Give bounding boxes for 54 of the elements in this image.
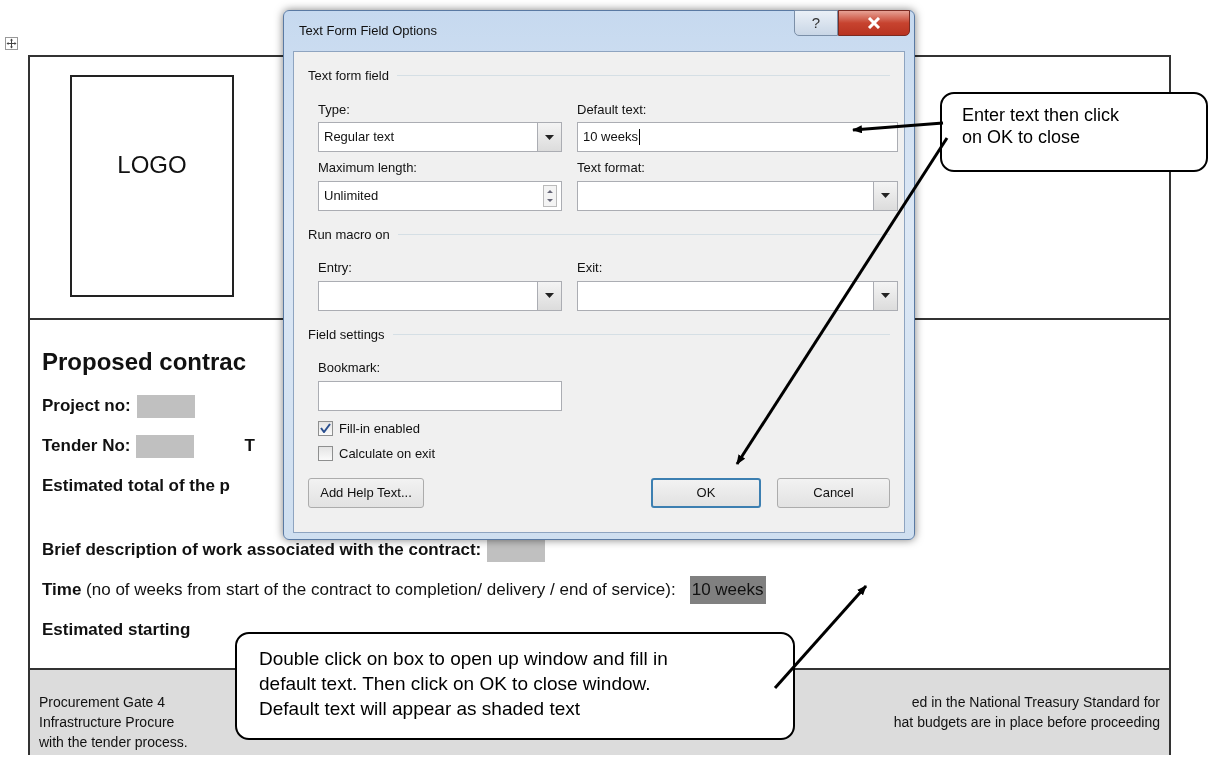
field-label: Text format: [577,159,646,177]
number-input[interactable]: Unlimited [318,180,562,211]
callout: Double click on box to open up window and fill in default text. Then click on OK to close window. Default text will appear as shaded text [235,632,795,740]
field-label: Brief description of work associated with the contract: [42,539,482,562]
form-field[interactable] [136,434,195,458]
form-field[interactable]: 10 weeks [689,576,766,604]
dropdown[interactable] [577,280,898,311]
field-label: Bookmark: [318,359,382,377]
footer-text: hat budgets are in place before proceeding [893,713,1160,732]
text-input[interactable] [318,380,562,411]
field-label: Estimated total of the p [42,475,230,498]
dialog-button[interactable]: Add Help Text... [308,477,424,508]
checkbox[interactable] [318,446,333,462]
group-heading: Run macro on [308,225,390,244]
close-icon [867,17,881,29]
field-label: Tender No: [42,435,131,458]
checkbox-label: Fill-in enabled [339,419,420,438]
field-label: Time (no of weeks from start of the contract to completion/ delivery / end of service): [42,579,676,602]
dropdown[interactable] [318,280,562,311]
field-label: Default text: [577,100,648,119]
field-label: Type: [318,100,351,119]
checkbox-label: Calculate on exit [339,445,436,463]
footer-text: Infrastructure Procure [39,713,175,732]
logo-text: LOGO [117,150,187,180]
field-label: T [244,435,255,458]
callout: Enter text then click on OK to close [940,92,1208,172]
checkbox[interactable] [318,420,333,436]
dialog-button[interactable]: Cancel [777,477,890,508]
dropdown-arrow-icon [545,134,554,140]
footer-text: ed in the National Treasury Standard for [911,693,1160,712]
dropdown[interactable]: Regular text [318,122,562,152]
help-button[interactable]: ? [794,10,838,36]
field-label: Project no: [42,395,131,418]
field-label: Maximum length: [318,159,418,177]
field-label: Estimated starting [42,619,191,642]
form-field[interactable] [136,394,195,418]
dialog-button[interactable]: OK [651,477,761,508]
spinner-icon[interactable] [543,184,557,207]
text-input[interactable]: 10 weeks [577,122,898,152]
group-heading: Text form field [308,67,389,85]
dropdown-arrow-icon [545,293,554,298]
field-label: Entry: [318,259,353,277]
dropdown[interactable] [577,180,898,211]
section-heading: Proposed contrac [42,347,247,377]
window-title: Text Form Field Options [299,22,437,41]
dropdown-arrow-icon [881,193,890,198]
table-move-icon[interactable] [5,37,18,50]
footer-text: with the tender process. [39,733,188,752]
form-field[interactable] [487,538,546,562]
close-button[interactable] [838,10,910,36]
footer-text: Procurement Gate 4 [39,693,166,712]
group-heading: Field settings [308,325,385,344]
field-label: Exit: [577,259,604,277]
dropdown-arrow-icon [881,293,890,298]
